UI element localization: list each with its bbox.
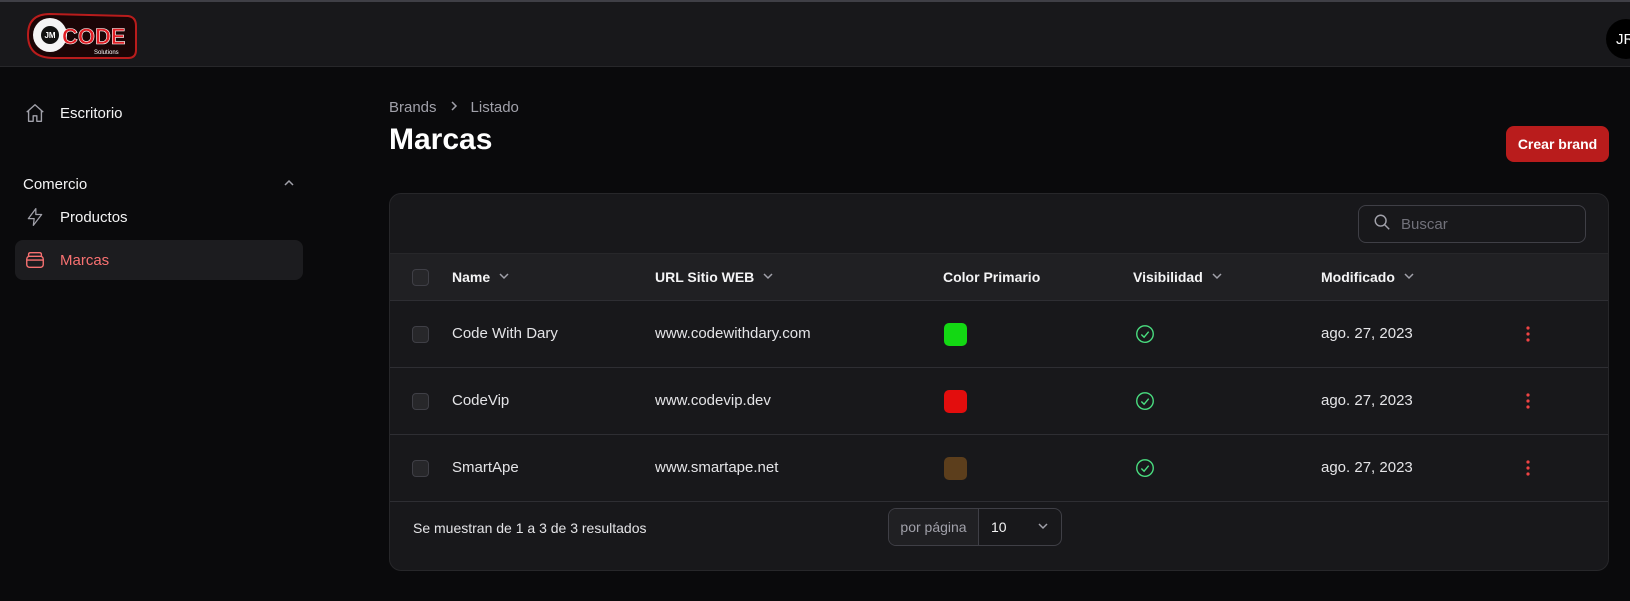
cell-name: SmartApe bbox=[452, 459, 519, 476]
top-bar: JM CODE Solutions JR bbox=[0, 0, 1630, 67]
select-all-checkbox[interactable] bbox=[412, 269, 429, 286]
check-circle-icon bbox=[1134, 390, 1156, 417]
sidebar-item-marcas[interactable]: Marcas bbox=[15, 240, 303, 280]
column-header-label: Color Primario bbox=[943, 269, 1041, 285]
check-circle-icon bbox=[1134, 323, 1156, 350]
check-circle-icon bbox=[1134, 457, 1156, 484]
row-checkbox[interactable] bbox=[412, 326, 429, 343]
cell-modified: ago. 27, 2023 bbox=[1321, 325, 1413, 342]
per-page-select[interactable]: por página 10 bbox=[888, 508, 1062, 546]
chevron-down-icon bbox=[1211, 269, 1223, 285]
cell-name: Code With Dary bbox=[452, 325, 558, 342]
box-icon bbox=[24, 249, 46, 271]
brands-table-card: Name URL Sitio WEB Color Primario Visibi… bbox=[389, 193, 1609, 571]
bolt-icon bbox=[24, 206, 46, 228]
sidebar-item-label: Productos bbox=[60, 208, 128, 226]
sidebar-item-label: Marcas bbox=[60, 251, 110, 269]
table-header: Name URL Sitio WEB Color Primario Visibi… bbox=[390, 253, 1608, 301]
color-swatch bbox=[944, 390, 967, 413]
chevron-down-icon bbox=[1403, 269, 1415, 285]
more-vertical-icon[interactable] bbox=[1518, 457, 1538, 479]
per-page-value-text: 10 bbox=[991, 519, 1007, 535]
chevron-right-icon bbox=[449, 99, 459, 116]
sidebar-group-comercio[interactable]: Comercio bbox=[23, 176, 295, 193]
breadcrumb-listado: Listado bbox=[470, 99, 519, 116]
search-icon bbox=[1373, 213, 1391, 236]
column-header-label: Modificado bbox=[1321, 269, 1395, 285]
table-row[interactable]: CodeVip www.codevip.dev ago. 27, 2023 bbox=[390, 368, 1608, 435]
logo-text: CODE bbox=[62, 24, 126, 49]
table-row[interactable]: SmartApe www.smartape.net ago. 27, 2023 bbox=[390, 435, 1608, 502]
sidebar-item-label: Escritorio bbox=[60, 104, 123, 122]
avatar-initials: JR bbox=[1616, 30, 1630, 48]
home-icon bbox=[24, 102, 46, 124]
column-header-color: Color Primario bbox=[943, 269, 1040, 285]
cell-url: www.smartape.net bbox=[655, 459, 779, 476]
sidebar-item-escritorio[interactable]: Escritorio bbox=[15, 93, 303, 133]
sidebar: Escritorio Comercio Productos Marcas bbox=[0, 67, 318, 601]
breadcrumb-brands[interactable]: Brands bbox=[389, 99, 437, 116]
color-swatch bbox=[944, 323, 967, 346]
cell-modified: ago. 27, 2023 bbox=[1321, 392, 1413, 409]
breadcrumb: Brands Listado bbox=[389, 99, 519, 116]
chevron-up-icon bbox=[283, 176, 295, 193]
cell-url: www.codevip.dev bbox=[655, 392, 771, 409]
search-box[interactable] bbox=[1358, 205, 1586, 243]
create-brand-button[interactable]: Crear brand bbox=[1506, 126, 1609, 162]
column-header-modified[interactable]: Modificado bbox=[1321, 269, 1415, 285]
sidebar-item-productos[interactable]: Productos bbox=[15, 197, 303, 237]
page-title: Marcas bbox=[389, 123, 493, 156]
row-checkbox[interactable] bbox=[412, 460, 429, 477]
brand-logo[interactable]: JM CODE Solutions bbox=[24, 6, 138, 64]
cell-name: CodeVip bbox=[452, 392, 510, 409]
logo-subtext: Solutions bbox=[94, 50, 119, 56]
cell-modified: ago. 27, 2023 bbox=[1321, 459, 1413, 476]
chevron-down-icon bbox=[1037, 519, 1049, 535]
chevron-down-icon bbox=[498, 269, 510, 285]
per-page-label: por página bbox=[889, 509, 979, 545]
column-header-url[interactable]: URL Sitio WEB bbox=[655, 269, 774, 285]
search-input[interactable] bbox=[1401, 215, 1571, 233]
sidebar-group-label: Comercio bbox=[23, 176, 88, 193]
column-header-visibility[interactable]: Visibilidad bbox=[1133, 269, 1223, 285]
more-vertical-icon[interactable] bbox=[1518, 390, 1538, 412]
results-summary: Se muestran de 1 a 3 de 3 resultados bbox=[413, 520, 647, 536]
row-checkbox[interactable] bbox=[412, 393, 429, 410]
column-header-name[interactable]: Name bbox=[452, 269, 510, 285]
user-avatar[interactable]: JR bbox=[1606, 19, 1630, 59]
logo-badge-text: JM bbox=[44, 31, 55, 40]
color-swatch bbox=[944, 457, 967, 480]
more-vertical-icon[interactable] bbox=[1518, 323, 1538, 345]
column-header-label: Visibilidad bbox=[1133, 269, 1203, 285]
chevron-down-icon bbox=[762, 269, 774, 285]
cell-url: www.codewithdary.com bbox=[655, 325, 811, 342]
column-header-label: URL Sitio WEB bbox=[655, 269, 755, 285]
table-row[interactable]: Code With Dary www.codewithdary.com ago.… bbox=[390, 301, 1608, 368]
column-header-label: Name bbox=[452, 269, 491, 285]
per-page-value[interactable]: 10 bbox=[979, 509, 1061, 545]
